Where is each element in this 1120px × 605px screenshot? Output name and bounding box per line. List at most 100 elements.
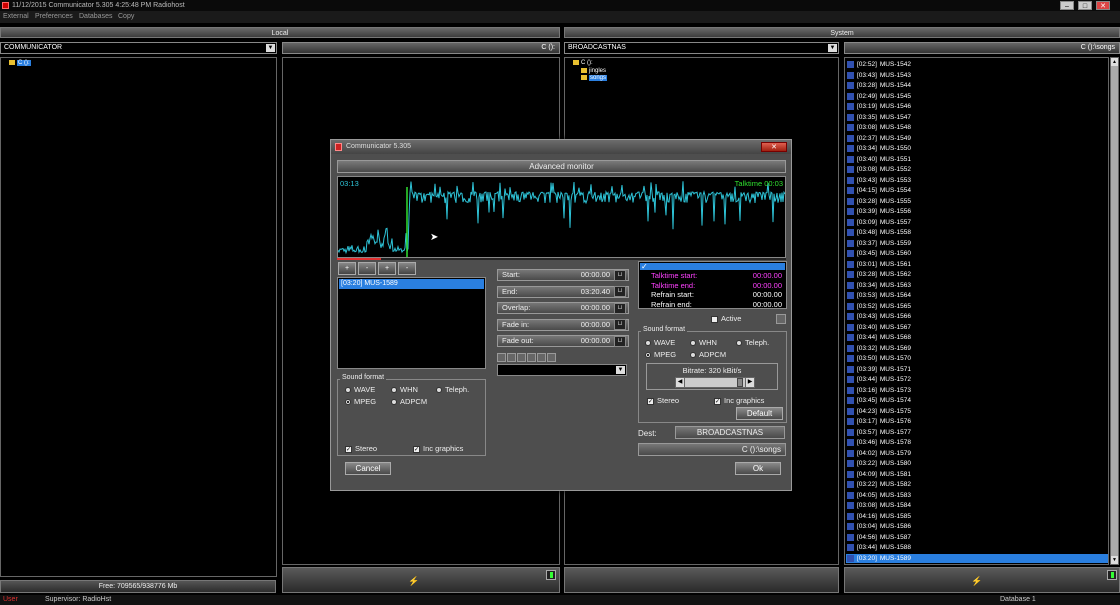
stereo-checkbox[interactable]: ✓ Stereo: [345, 444, 377, 453]
song-list-item[interactable]: [03:34] MUS-1550: [846, 144, 1108, 153]
song-list-item[interactable]: [02:52] MUS-1542: [846, 60, 1108, 69]
song-list-item[interactable]: [03:44] MUS-1572: [846, 375, 1108, 384]
song-list-item[interactable]: [03:48] MUS-1558: [846, 228, 1108, 237]
song-list-scrollbar[interactable]: ▲ ▼: [1110, 57, 1119, 565]
dest-value[interactable]: BROADCASTNAS: [675, 426, 785, 439]
song-list-item[interactable]: [03:50] MUS-1570: [846, 354, 1108, 363]
zoom-out-vertical-button[interactable]: -: [398, 262, 416, 275]
lock-icon[interactable]: ⊔: [614, 335, 626, 347]
time-field-overlap[interactable]: Overlap: 00:00.00: [497, 302, 629, 314]
tree-item-jingles[interactable]: jingles: [581, 68, 606, 74]
song-list-item[interactable]: [03:46] MUS-1578: [846, 438, 1108, 447]
format-mpeg-radio[interactable]: MPEG: [645, 350, 676, 359]
default-button[interactable]: Default: [736, 407, 783, 420]
waveform-view[interactable]: 03:13 Talktime 00:03 ➤: [337, 176, 786, 258]
lock-icon[interactable]: ⊔: [614, 319, 626, 330]
song-list-item[interactable]: [03:28] MUS-1555: [846, 197, 1108, 206]
song-list-item[interactable]: [03:52] MUS-1565: [846, 302, 1108, 311]
active-checkbox[interactable]: Active: [711, 314, 741, 323]
song-list-item[interactable]: [03:20] MUS-1589: [846, 553, 1108, 563]
song-list-item[interactable]: [03:22] MUS-1580: [846, 459, 1108, 468]
song-list-item[interactable]: [03:01] MUS-1561: [846, 260, 1108, 269]
cancel-button[interactable]: Cancel: [345, 462, 391, 475]
song-list-item[interactable]: [04:56] MUS-1587: [846, 533, 1108, 542]
lock-icon[interactable]: ⊔: [614, 302, 626, 314]
menu-databases[interactable]: Databases: [79, 11, 112, 23]
ok-button[interactable]: Ok: [735, 462, 781, 475]
song-list-item[interactable]: [03:45] MUS-1574: [846, 396, 1108, 405]
song-list-item[interactable]: [03:35] MUS-1547: [846, 113, 1108, 122]
zoom-in-button[interactable]: +: [338, 262, 356, 275]
inc-graphics-checkbox[interactable]: ✓ Inc graphics: [413, 444, 463, 453]
format-adpcm-radio[interactable]: ADPCM: [690, 350, 726, 359]
time-field-end[interactable]: End: 03:20.40: [497, 285, 629, 298]
song-list-item[interactable]: [03:37] MUS-1559: [846, 239, 1108, 248]
track-item[interactable]: [03:20] MUS-1589: [339, 279, 484, 289]
song-list-item[interactable]: [03:04] MUS-1586: [846, 522, 1108, 531]
song-list-item[interactable]: [03:17] MUS-1576: [846, 417, 1108, 426]
format-mpeg-radio[interactable]: MPEG: [345, 397, 376, 406]
time-field-fadeout[interactable]: Fade out: 00:00.00: [497, 335, 629, 347]
format-whn-radio[interactable]: WHN: [391, 385, 418, 394]
format-wave-radio[interactable]: WAVE: [645, 338, 675, 347]
song-list-item[interactable]: [04:05] MUS-1583: [846, 491, 1108, 500]
song-list-item[interactable]: [02:49] MUS-1545: [846, 92, 1108, 101]
song-list-item[interactable]: [03:53] MUS-1564: [846, 291, 1108, 300]
song-list-item[interactable]: [04:23] MUS-1575: [846, 407, 1108, 416]
song-list-item[interactable]: [04:16] MUS-1585: [846, 512, 1108, 521]
position-track[interactable]: [337, 258, 786, 260]
dialog-close-button[interactable]: ✕: [761, 142, 787, 152]
song-list-item[interactable]: [03:45] MUS-1560: [846, 249, 1108, 258]
inc-graphics-checkbox[interactable]: ✓ Inc graphics: [714, 396, 764, 405]
format-teleph-radio[interactable]: Teleph.: [436, 385, 469, 394]
song-list-item[interactable]: [03:43] MUS-1543: [846, 71, 1108, 80]
tool-icon[interactable]: [547, 353, 556, 362]
song-list-item[interactable]: [03:40] MUS-1551: [846, 155, 1108, 164]
local-device-select[interactable]: COMMUNICATOR ▼: [0, 42, 277, 54]
menu-preferences[interactable]: Preferences: [35, 11, 73, 23]
tool-icon[interactable]: [497, 353, 506, 362]
song-list-item[interactable]: [03:43] MUS-1566: [846, 312, 1108, 321]
song-list-item[interactable]: [03:08] MUS-1584: [846, 501, 1108, 510]
song-list-item[interactable]: [03:22] MUS-1582: [846, 480, 1108, 489]
song-list-item[interactable]: [03:09] MUS-1557: [846, 218, 1108, 227]
song-list-item[interactable]: [03:57] MUS-1577: [846, 428, 1108, 437]
tree-item-songs[interactable]: songs: [581, 75, 608, 82]
slider-left-icon[interactable]: ◀: [676, 378, 685, 387]
song-list-item[interactable]: [03:34] MUS-1563: [846, 281, 1108, 290]
time-field-fadein[interactable]: Fade in: 00:00.00: [497, 318, 629, 331]
song-list-item[interactable]: [03:32] MUS-1569: [846, 344, 1108, 353]
transition-select[interactable]: ▼: [497, 364, 627, 376]
song-list-item[interactable]: [03:43] MUS-1553: [846, 176, 1108, 185]
local-tree-panel[interactable]: C ():: [0, 57, 277, 577]
song-list-item[interactable]: [04:02] MUS-1579: [846, 449, 1108, 458]
chevron-down-icon[interactable]: ▼: [616, 366, 625, 374]
scroll-up-icon[interactable]: ▲: [1111, 58, 1118, 66]
format-whn-radio[interactable]: WHN: [690, 338, 717, 347]
song-list-item[interactable]: [03:39] MUS-1571: [846, 365, 1108, 374]
stereo-checkbox[interactable]: ✓ Stereo: [647, 396, 679, 405]
tool-icon[interactable]: [517, 353, 526, 362]
slider-right-icon[interactable]: ▶: [745, 378, 754, 387]
transfer-icon[interactable]: ⚡: [408, 576, 419, 586]
format-adpcm-radio[interactable]: ADPCM: [391, 397, 427, 406]
tool-icon[interactable]: [527, 353, 536, 362]
song-list-item[interactable]: [03:44] MUS-1568: [846, 333, 1108, 342]
song-list-item[interactable]: [03:08] MUS-1548: [846, 123, 1108, 132]
zoom-in-vertical-button[interactable]: +: [378, 262, 396, 275]
song-list-item[interactable]: [04:15] MUS-1554: [846, 186, 1108, 195]
tool-icon[interactable]: [537, 353, 546, 362]
lock-icon[interactable]: ⊔: [614, 286, 626, 297]
transfer-icon[interactable]: ⚡: [971, 576, 982, 586]
maximize-button[interactable]: □: [1078, 1, 1092, 10]
menu-external[interactable]: External: [3, 11, 29, 23]
tree-item-system-root[interactable]: C ():: [573, 60, 593, 66]
active-indicator[interactable]: [776, 314, 786, 324]
song-list-item[interactable]: [03:44] MUS-1588: [846, 543, 1108, 552]
track-list[interactable]: [03:20] MUS-1589: [337, 277, 486, 369]
song-list-item[interactable]: [03:19] MUS-1546: [846, 102, 1108, 111]
close-window-button[interactable]: ✕: [1096, 1, 1110, 10]
dest-path[interactable]: C ():\songs: [638, 443, 786, 456]
system-device-select[interactable]: BROADCASTNAS ▼: [564, 42, 839, 54]
song-list-item[interactable]: [03:39] MUS-1556: [846, 207, 1108, 216]
